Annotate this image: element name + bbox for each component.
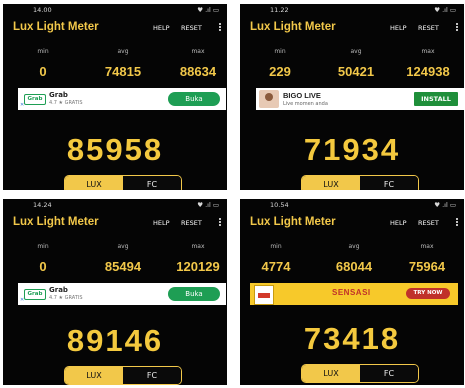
avg-value: 50421	[337, 64, 375, 79]
unit-toggle[interactable]: LUX FC	[301, 175, 419, 190]
max-label: max	[191, 48, 205, 55]
ad-subtitle: 4.7 ★ GRATIS	[49, 295, 83, 301]
status-bar: 14.00 ♥ .ıl ▭	[3, 4, 227, 16]
ad-title: Grab	[49, 91, 68, 99]
lux-tab[interactable]: LUX	[302, 176, 360, 190]
lux-reading: 71934	[303, 132, 401, 167]
install-button[interactable]: INSTALL	[414, 92, 458, 106]
fc-tab[interactable]: FC	[123, 367, 181, 384]
min-value: 4774	[261, 259, 291, 274]
try-now-button[interactable]: TRY NOW	[406, 288, 450, 299]
min-label: min	[274, 48, 286, 55]
status-time: 11.22	[270, 6, 289, 14]
min-label: min	[37, 243, 49, 250]
fc-tab[interactable]: FC	[123, 176, 181, 190]
app-title: Lux Light Meter	[13, 21, 99, 33]
avg-label: avg	[117, 48, 129, 55]
min-label: min	[37, 48, 49, 55]
app-bar: Lux Light Meter HELP RESET	[240, 213, 464, 235]
ad-title: Grab	[49, 286, 68, 294]
ad-banner[interactable]: BIGO LIVE Live momen anda INSTALL	[256, 88, 464, 110]
lux-reading: 89146	[66, 323, 164, 358]
app-bar: Lux Light Meter HELP RESET	[240, 18, 464, 40]
status-time: 14.00	[33, 6, 52, 14]
screenshot-panel-2: 11.22 ♥ .ıl ▭ Lux Light Meter HELP RESET…	[240, 4, 464, 190]
status-bar: 11.22 ♥ .ıl ▭	[240, 4, 464, 16]
app-title: Lux Light Meter	[250, 216, 336, 228]
app-bar: Lux Light Meter HELP RESET	[3, 18, 227, 40]
min-value: 229	[269, 64, 291, 79]
status-icons: ♥ .ıl ▭	[434, 6, 456, 14]
ad-title: BIGO LIVE	[283, 91, 321, 100]
status-time: 10.54	[270, 201, 289, 209]
max-value: 124938	[406, 64, 450, 79]
ad-banner[interactable]: ✕ Grab Grab 4.7 ★ GRATIS Buka	[18, 283, 226, 305]
more-options-icon[interactable]	[456, 217, 459, 229]
ad-subtitle: Live momen anda	[283, 101, 328, 107]
more-options-icon[interactable]	[219, 217, 222, 229]
status-bar: 14.24 ♥ .ıl ▭	[3, 199, 227, 211]
grab-logo: Grab	[24, 94, 46, 105]
screenshot-panel-4: 10.54 ♥ .ıl ▭ Lux Light Meter HELP RESET…	[240, 199, 464, 385]
ad-logo	[254, 285, 274, 305]
lux-tab[interactable]: LUX	[65, 176, 123, 190]
avg-value: 68044	[335, 259, 373, 274]
status-icons: ♥ .ıl ▭	[197, 6, 219, 14]
fc-tab[interactable]: FC	[360, 365, 418, 382]
app-title: Lux Light Meter	[250, 21, 336, 33]
reset-button[interactable]: RESET	[181, 24, 202, 32]
lux-tab[interactable]: LUX	[65, 367, 123, 384]
status-bar: 10.54 ♥ .ıl ▭	[240, 199, 464, 211]
ad-open-button[interactable]: Buka	[168, 287, 220, 301]
status-icons: ♥ .ıl ▭	[434, 201, 456, 209]
lux-tab[interactable]: LUX	[302, 365, 360, 382]
lux-reading: 85958	[66, 132, 164, 167]
app-bar: Lux Light Meter HELP RESET	[3, 213, 227, 235]
reset-button[interactable]: RESET	[418, 219, 439, 227]
min-value: 0	[39, 64, 47, 79]
ad-avatar-image	[259, 90, 279, 108]
min-label: min	[270, 243, 282, 250]
ad-title: SENSASI	[332, 288, 371, 297]
max-value: 120129	[176, 259, 220, 274]
status-time: 14.24	[33, 201, 52, 209]
max-label: max	[420, 243, 434, 250]
more-options-icon[interactable]	[456, 22, 459, 34]
ad-banner[interactable]: SENSASI TRY NOW	[250, 283, 458, 305]
max-label: max	[421, 48, 435, 55]
help-button[interactable]: HELP	[390, 219, 407, 227]
help-button[interactable]: HELP	[153, 24, 170, 32]
ad-subtitle: 4.7 ★ GRATIS	[49, 100, 83, 106]
reset-button[interactable]: RESET	[181, 219, 202, 227]
grab-logo: Grab	[24, 289, 46, 300]
avg-label: avg	[350, 48, 362, 55]
help-button[interactable]: HELP	[390, 24, 407, 32]
ad-banner[interactable]: ✕ Grab Grab 4.7 ★ GRATIS Buka	[18, 88, 226, 110]
avg-value: 74815	[104, 64, 142, 79]
screenshot-panel-3: 14.24 ♥ .ıl ▭ Lux Light Meter HELP RESET…	[3, 199, 227, 385]
unit-toggle[interactable]: LUX FC	[64, 175, 182, 190]
reset-button[interactable]: RESET	[418, 24, 439, 32]
min-value: 0	[39, 259, 47, 274]
screenshot-panel-1: 14.00 ♥ .ıl ▭ Lux Light Meter HELP RESET…	[3, 4, 227, 190]
max-value: 75964	[408, 259, 446, 274]
avg-label: avg	[348, 243, 360, 250]
max-label: max	[191, 243, 205, 250]
avg-value: 85494	[104, 259, 142, 274]
fc-tab[interactable]: FC	[360, 176, 418, 190]
unit-toggle[interactable]: LUX FC	[64, 366, 182, 385]
avg-label: avg	[117, 243, 129, 250]
lux-reading: 73418	[303, 321, 401, 356]
more-options-icon[interactable]	[219, 22, 222, 34]
max-value: 88634	[179, 64, 217, 79]
ad-open-button[interactable]: Buka	[168, 92, 220, 106]
status-icons: ♥ .ıl ▭	[197, 201, 219, 209]
help-button[interactable]: HELP	[153, 219, 170, 227]
app-title: Lux Light Meter	[13, 216, 99, 228]
unit-toggle[interactable]: LUX FC	[301, 364, 419, 383]
